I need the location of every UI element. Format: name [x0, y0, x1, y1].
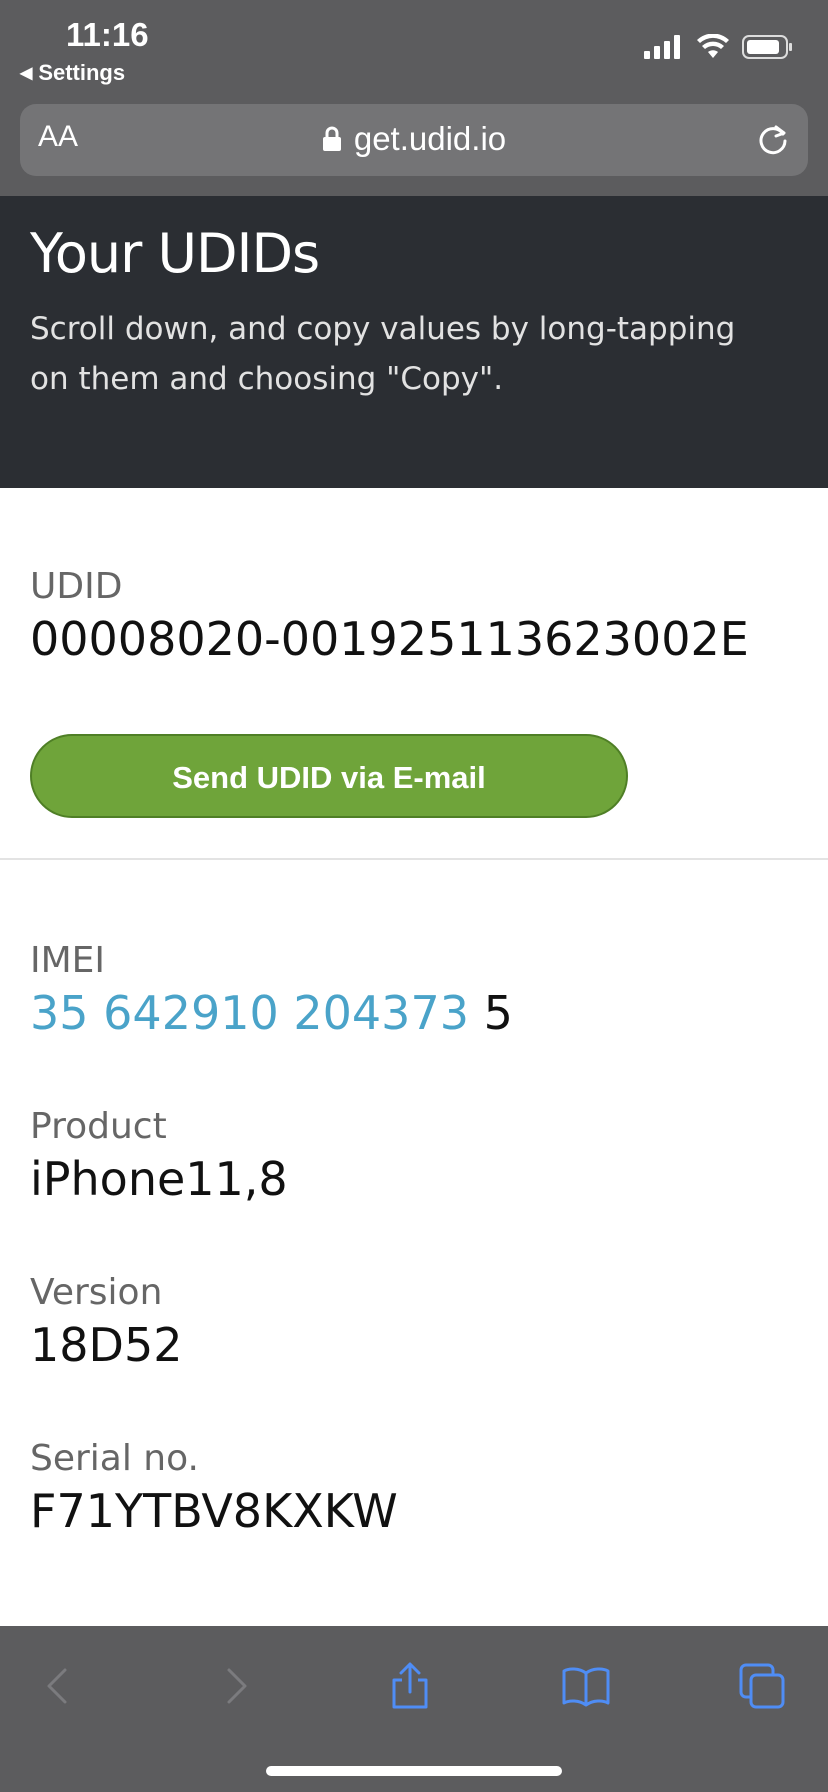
send-udid-email-button[interactable]: Send UDID via E-mail	[30, 734, 628, 818]
battery-icon	[742, 35, 792, 59]
back-triangle-icon: ◀	[20, 65, 33, 82]
back-settings-label: Settings	[38, 60, 126, 85]
signal-icon	[644, 35, 680, 59]
forward-button[interactable]	[206, 1656, 266, 1716]
udid-value[interactable]: 00008020-001925113623002E	[30, 612, 749, 666]
status-icons	[644, 34, 794, 60]
serial-label: Serial no.	[30, 1438, 199, 1479]
wifi-icon	[697, 34, 729, 58]
url-text: get.udid.io	[353, 120, 507, 157]
lock-icon	[322, 126, 341, 151]
page-header: Your UDIDs Scroll down, and copy values …	[0, 196, 828, 488]
forward-icon	[227, 1668, 247, 1704]
back-icon	[47, 1668, 67, 1704]
reload-icon[interactable]	[756, 122, 790, 156]
home-indicator[interactable]	[266, 1766, 562, 1776]
udid-label: UDID	[30, 566, 123, 607]
version-value[interactable]: 18D52	[30, 1318, 183, 1372]
tabs-icon	[739, 1663, 785, 1709]
imei-value: 35 642910 204373 5	[30, 986, 513, 1040]
bookmarks-button[interactable]	[556, 1656, 616, 1716]
version-label: Version	[30, 1272, 163, 1313]
back-to-settings[interactable]: ◀ Settings	[20, 60, 125, 86]
page-title: Your UDIDs	[30, 222, 320, 285]
imei-check-digit: 5	[468, 986, 513, 1040]
bookmarks-icon	[562, 1667, 610, 1707]
url-display[interactable]: get.udid.io	[20, 120, 808, 158]
tabs-button[interactable]	[732, 1656, 792, 1716]
share-button[interactable]	[380, 1656, 440, 1716]
address-bar[interactable]: AA get.udid.io	[20, 104, 808, 176]
product-value[interactable]: iPhone11,8	[30, 1152, 288, 1206]
product-label: Product	[30, 1106, 167, 1147]
share-icon	[392, 1662, 428, 1709]
page-subtitle: Scroll down, and copy values by long-tap…	[30, 311, 736, 397]
serial-value[interactable]: F71YTBV8KXKW	[30, 1484, 398, 1538]
status-time: 11:16	[66, 16, 149, 53]
section-divider	[0, 858, 828, 860]
imei-link[interactable]: 35 642910 204373	[30, 986, 469, 1040]
browser-top-chrome: 11:16 ◀ Settings AA get.udid.io	[0, 0, 828, 196]
imei-label: IMEI	[30, 940, 106, 981]
back-button[interactable]	[28, 1656, 88, 1716]
